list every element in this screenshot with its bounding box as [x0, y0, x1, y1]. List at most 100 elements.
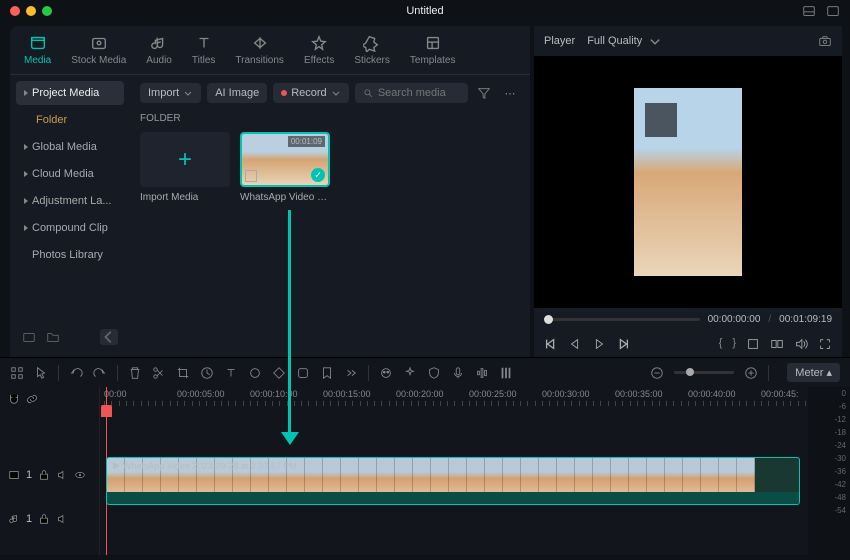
- close-window[interactable]: [10, 6, 20, 16]
- tab-stickers[interactable]: Stickers: [354, 34, 390, 66]
- play-backward-icon[interactable]: [568, 337, 582, 351]
- db-label: 0: [812, 389, 846, 398]
- search-field[interactable]: [355, 83, 468, 103]
- audio-track-header[interactable]: 1: [0, 507, 99, 531]
- text-icon[interactable]: [224, 366, 238, 380]
- fullscreen-icon[interactable]: [826, 4, 840, 18]
- prev-frame-icon[interactable]: [544, 337, 558, 351]
- preview-frame: [634, 88, 742, 276]
- quality-dropdown[interactable]: Full Quality: [587, 34, 662, 48]
- mute-icon[interactable]: [56, 513, 68, 525]
- audio-meters: 0-6-12-18-24-30-36-42-48-54: [808, 387, 850, 555]
- split-icon[interactable]: [152, 366, 166, 380]
- collapse-sidebar[interactable]: [100, 329, 118, 345]
- aspect-icon: [245, 170, 257, 182]
- play-icon[interactable]: [592, 337, 606, 351]
- zoom-out-icon[interactable]: [650, 366, 664, 380]
- link-icon[interactable]: [26, 393, 38, 405]
- timeline-clip[interactable]: ▶ WhatsApp Video 2023-09-28 at 2.07.57 P…: [106, 457, 800, 505]
- timeline-tracks[interactable]: 00:0000:00:05:0000:00:10:0000:00:15:0000…: [100, 387, 808, 555]
- search-input[interactable]: [378, 87, 460, 99]
- zoom-slider[interactable]: [674, 371, 734, 374]
- record-button[interactable]: Record: [273, 83, 348, 103]
- preview-viewport[interactable]: [534, 56, 842, 308]
- db-label: -18: [812, 428, 846, 437]
- ai-image-button[interactable]: AI Image: [207, 83, 267, 103]
- time-ruler[interactable]: 00:0000:00:05:0000:00:10:0000:00:15:0000…: [100, 387, 808, 411]
- tab-media[interactable]: Media: [24, 34, 51, 66]
- category-tabs: Media Stock Media Audio Titles Transitio…: [10, 26, 530, 75]
- maximize-window[interactable]: [42, 6, 52, 16]
- crop-icon[interactable]: [746, 337, 760, 351]
- media-clip-tile[interactable]: 00:01:09 ✓ WhatsApp Video 202…: [240, 132, 330, 203]
- import-media-tile[interactable]: + Import Media: [140, 132, 230, 203]
- player-panel: Player Full Quality 00:00:00:00 / 00:01:…: [534, 26, 842, 357]
- keyframe-icon[interactable]: [272, 366, 286, 380]
- bracket-out[interactable]: }: [732, 337, 736, 351]
- pointer-tool-icon[interactable]: [34, 366, 48, 380]
- lock-icon[interactable]: [38, 469, 50, 481]
- snapshot-icon[interactable]: [818, 34, 832, 48]
- meter-toggle[interactable]: Meter ▴: [787, 363, 840, 382]
- lock-icon[interactable]: [38, 513, 50, 525]
- new-folder-icon[interactable]: [46, 330, 60, 344]
- video-track-header[interactable]: 1: [0, 455, 99, 507]
- player-label: Player: [544, 35, 575, 47]
- bracket-in[interactable]: {: [719, 337, 723, 351]
- ruler-label: 00:00: [104, 389, 127, 399]
- sidebar-adjustment-layer[interactable]: Adjustment La...: [16, 189, 124, 213]
- sidebar-photos-library[interactable]: Photos Library: [16, 243, 124, 267]
- filter-icon[interactable]: [474, 86, 494, 100]
- timeline-toolbar: Meter ▴: [0, 357, 850, 387]
- color-icon[interactable]: [248, 366, 262, 380]
- mask-icon[interactable]: [296, 366, 310, 380]
- annotation-arrow: [288, 210, 291, 435]
- clip-duration: 00:01:09: [288, 136, 325, 147]
- sidebar-compound-clip[interactable]: Compound Clip: [16, 216, 124, 240]
- tab-audio[interactable]: Audio: [146, 34, 172, 66]
- volume-icon[interactable]: [794, 337, 808, 351]
- db-label: -48: [812, 493, 846, 502]
- titlebar: Untitled: [0, 0, 850, 22]
- ruler-label: 00:00:20:00: [396, 389, 444, 399]
- tab-transitions[interactable]: Transitions: [235, 34, 284, 66]
- mic-icon[interactable]: [451, 366, 465, 380]
- select-tool-icon[interactable]: [10, 366, 24, 380]
- crop-tool-icon[interactable]: [176, 366, 190, 380]
- progress-thumb[interactable]: [544, 315, 553, 324]
- more-icon[interactable]: ⋯: [500, 87, 520, 100]
- expand-icon[interactable]: [818, 337, 832, 351]
- delete-icon[interactable]: [128, 366, 142, 380]
- marker-icon[interactable]: [320, 366, 334, 380]
- audio-tool-icon[interactable]: [475, 366, 489, 380]
- import-button[interactable]: Import: [140, 83, 201, 103]
- tab-titles[interactable]: Titles: [192, 34, 216, 66]
- minimize-window[interactable]: [26, 6, 36, 16]
- enhance-icon[interactable]: [403, 366, 417, 380]
- mixer-icon[interactable]: [499, 366, 513, 380]
- redo-icon[interactable]: [93, 366, 107, 380]
- zoom-in-icon[interactable]: [744, 366, 758, 380]
- ai-icon[interactable]: [379, 366, 393, 380]
- sidebar-folder[interactable]: Folder: [16, 108, 124, 132]
- undo-icon[interactable]: [69, 366, 83, 380]
- sidebar-project-media[interactable]: Project Media: [16, 81, 124, 105]
- db-label: -6: [812, 402, 846, 411]
- shield-icon[interactable]: [427, 366, 441, 380]
- new-bin-icon[interactable]: [22, 330, 36, 344]
- tab-templates[interactable]: Templates: [410, 34, 456, 66]
- more-tools-icon[interactable]: [344, 366, 358, 380]
- sidebar-global-media[interactable]: Global Media: [16, 135, 124, 159]
- visibility-icon[interactable]: [74, 469, 86, 481]
- speed-icon[interactable]: [200, 366, 214, 380]
- progress-bar[interactable]: 00:00:00:00 / 00:01:09:19: [534, 308, 842, 331]
- mute-icon[interactable]: [56, 469, 68, 481]
- tab-effects[interactable]: Effects: [304, 34, 334, 66]
- layout-icon[interactable]: [802, 4, 816, 18]
- magnet-icon[interactable]: [8, 393, 20, 405]
- tab-stock-media[interactable]: Stock Media: [71, 34, 126, 66]
- sidebar-cloud-media[interactable]: Cloud Media: [16, 162, 124, 186]
- compare-icon[interactable]: [770, 337, 784, 351]
- db-label: -36: [812, 467, 846, 476]
- next-frame-icon[interactable]: [616, 337, 630, 351]
